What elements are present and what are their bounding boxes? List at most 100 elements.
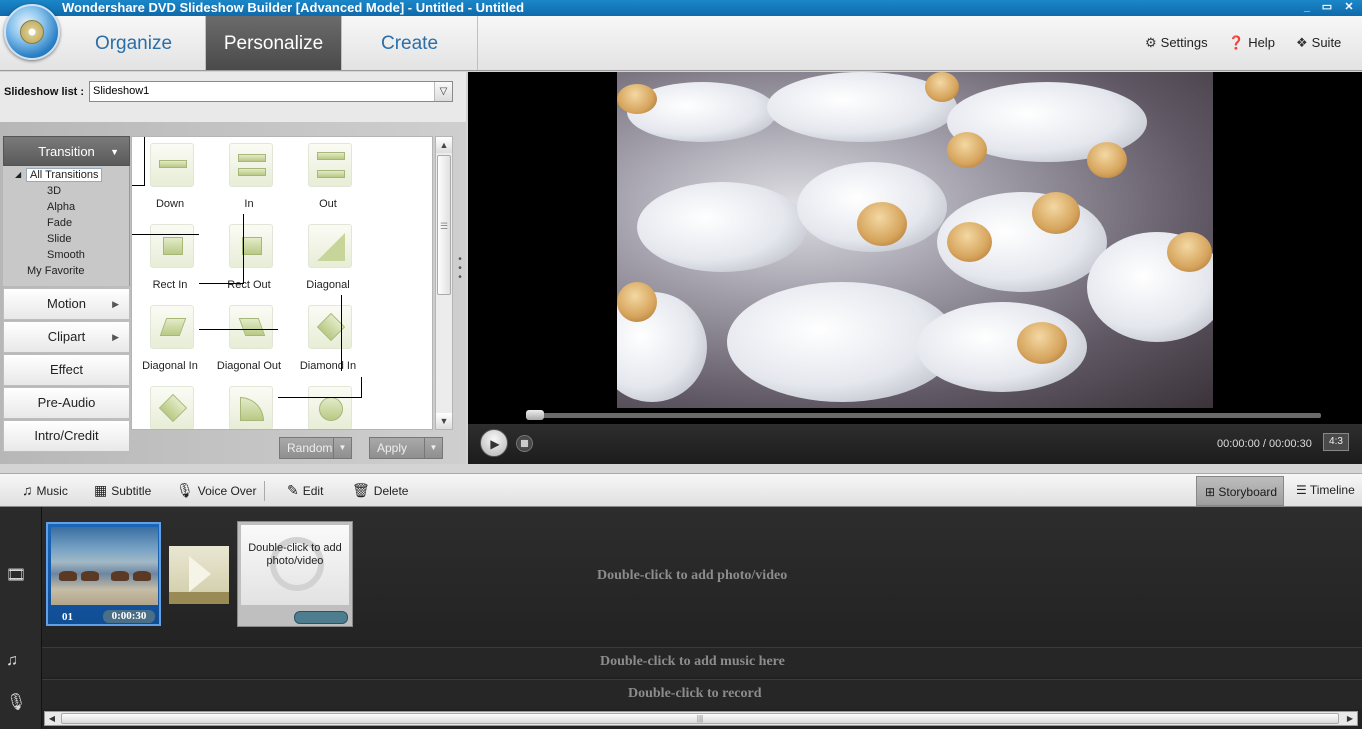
close-button[interactable]: ✕ (1339, 0, 1359, 15)
transition-circle[interactable] (290, 386, 366, 429)
subtitle-button[interactable]: ▦ Subtitle (94, 482, 151, 499)
transition-diagonal-out-thumb (229, 305, 273, 349)
artifact-line (132, 234, 199, 235)
toolbar-divider (264, 481, 265, 501)
category-intro-credit[interactable]: Intro/Credit (3, 420, 130, 452)
transition-label: Diagonal In (142, 360, 198, 372)
music-button[interactable]: ♫ Music (22, 482, 68, 498)
tree-item-smooth[interactable]: Smooth (47, 249, 85, 261)
category-clipart[interactable]: Clipart ▶ (3, 321, 130, 353)
voice-over-button[interactable]: 🎙 Voice Over (176, 482, 256, 499)
music-track[interactable]: Double-click to add music here (42, 647, 1362, 677)
transition-rect-out[interactable]: Rect Out (211, 224, 287, 304)
artifact-line (278, 397, 362, 398)
title-bar: Wondershare DVD Slideshow Builder [Advan… (0, 0, 1362, 16)
slideshow-list-label: Slideshow list : (4, 86, 85, 98)
playback-controls: ▶ 00:00:00 / 00:00:30 4:3 (468, 424, 1362, 464)
random-button[interactable]: Random ▼ (279, 437, 352, 459)
aspect-ratio-button[interactable]: 4:3 (1323, 433, 1349, 451)
category-effect[interactable]: Effect (3, 354, 130, 386)
transition-in-thumb (229, 143, 273, 187)
tree-item-my-favorite[interactable]: My Favorite (27, 265, 84, 277)
scroll-thumb[interactable]: ||| (61, 713, 1339, 724)
scroll-up-icon[interactable]: ▲ (436, 137, 452, 153)
edit-button[interactable]: ✎ Edit (287, 482, 323, 499)
artifact-line (132, 185, 145, 186)
tree-item-fade[interactable]: Fade (47, 217, 72, 229)
scroll-right-icon[interactable]: ▶ (1343, 712, 1357, 725)
gannet-head (857, 202, 907, 246)
transition-clock[interactable] (211, 386, 287, 429)
storyboard-clip[interactable]: 01 0:00:30 (46, 522, 161, 626)
tab-timeline[interactable]: ☰ Timeline (1296, 483, 1355, 497)
transition-diamond-in[interactable]: Diamond In (290, 305, 366, 385)
play-icon[interactable]: ▶ (480, 429, 508, 457)
add-slot-text: Double-click to add photo/video (248, 542, 342, 567)
music-note-icon: ♫ (22, 482, 33, 498)
storyboard-scrollbar[interactable]: ◀ ||| ▶ (44, 711, 1358, 726)
seek-bar[interactable] (526, 413, 1321, 418)
add-photo-slot[interactable]: Double-click to add photo/video (237, 521, 353, 627)
help-link[interactable]: ❓ Help (1228, 35, 1275, 51)
transition-label: Diagonal (306, 279, 350, 291)
minimize-button[interactable]: _ (1297, 0, 1317, 15)
chevron-down-icon[interactable]: ▽ (434, 82, 452, 101)
tab-personalize[interactable]: Personalize (206, 16, 342, 70)
transition-diamond-thumb (150, 386, 194, 429)
gannet-head (617, 282, 657, 322)
seek-handle[interactable] (526, 410, 544, 420)
settings-link[interactable]: ⚙ Settings (1145, 35, 1208, 51)
transition-diagonal-out[interactable]: Diagonal Out (211, 305, 287, 385)
gallery-scrollbar[interactable]: ▲ ☰ ▼ (435, 136, 453, 430)
transition-diamond-out[interactable] (132, 386, 208, 429)
tab-storyboard[interactable]: ⊞ Storyboard (1196, 476, 1284, 506)
suite-link[interactable]: ❖ Suite (1296, 35, 1341, 51)
gannet-head (925, 72, 959, 102)
transition-rect-in[interactable]: Rect In (132, 224, 208, 304)
pencil-icon: ✎ (287, 482, 299, 498)
transition-label: Rect Out (227, 279, 271, 291)
transition-slot[interactable] (169, 546, 229, 604)
panel-splitter-handle[interactable]: • • • (456, 255, 464, 285)
maximize-button[interactable]: ▭ (1317, 0, 1337, 15)
scroll-thumb[interactable]: ☰ (437, 155, 451, 295)
transition-tree: ◢ All Transitions 3D Alpha Fade Slide Sm… (3, 166, 130, 286)
transition-in[interactable]: In (211, 143, 287, 223)
scroll-left-icon[interactable]: ◀ (45, 712, 59, 725)
transition-clock-thumb (229, 386, 273, 429)
photo-video-track[interactable]: 01 0:00:30 Double-click to add photo/vid… (42, 507, 1362, 645)
chevron-down-icon[interactable]: ▼ (424, 438, 442, 458)
category-pre-audio[interactable]: Pre-Audio (3, 387, 130, 419)
artifact-line (199, 283, 244, 284)
tree-item-alpha[interactable]: Alpha (47, 201, 75, 213)
chevron-down-icon[interactable]: ▼ (333, 438, 351, 458)
transition-down-thumb (150, 143, 194, 187)
transition-out-thumb (308, 143, 352, 187)
tree-item-slide[interactable]: Slide (47, 233, 71, 245)
transition-out[interactable]: Out (290, 143, 366, 223)
artifact-line (144, 137, 145, 185)
clip-thumbnail (51, 527, 158, 605)
triangle-right-icon: ▶ (112, 299, 119, 309)
subtitle-icon: ▦ (94, 482, 108, 498)
triangle-down-icon: ▼ (110, 147, 119, 157)
tab-organize[interactable]: Organize (62, 16, 206, 70)
app-logo-icon[interactable] (4, 4, 60, 60)
storyboard-area: 🎞 ♫ 🎙 01 0:00:30 Double-click to add pho… (0, 507, 1362, 729)
slideshow-list-select[interactable]: Slideshow1 ▽ (89, 81, 453, 102)
transition-diagonal-in[interactable]: Diagonal In (132, 305, 208, 385)
scroll-down-icon[interactable]: ▼ (436, 413, 452, 429)
category-motion[interactable]: Motion ▶ (3, 288, 130, 320)
tree-collapse-icon[interactable]: ◢ (15, 170, 21, 179)
delete-button[interactable]: 🗑 Delete (352, 482, 408, 499)
apply-label: Apply (377, 441, 408, 455)
tree-item-all-transitions[interactable]: All Transitions (26, 168, 103, 182)
tree-item-3d[interactable]: 3D (47, 185, 61, 197)
tab-create[interactable]: Create (342, 16, 478, 70)
category-transition[interactable]: Transition ▼ (3, 136, 130, 166)
transition-diagonal[interactable]: Diagonal (290, 224, 366, 304)
record-track[interactable]: Double-click to record (42, 679, 1362, 709)
apply-button[interactable]: Apply ▼ (369, 437, 443, 459)
stop-icon[interactable] (516, 435, 533, 452)
clip-duration[interactable]: 0:00:30 (103, 610, 155, 623)
